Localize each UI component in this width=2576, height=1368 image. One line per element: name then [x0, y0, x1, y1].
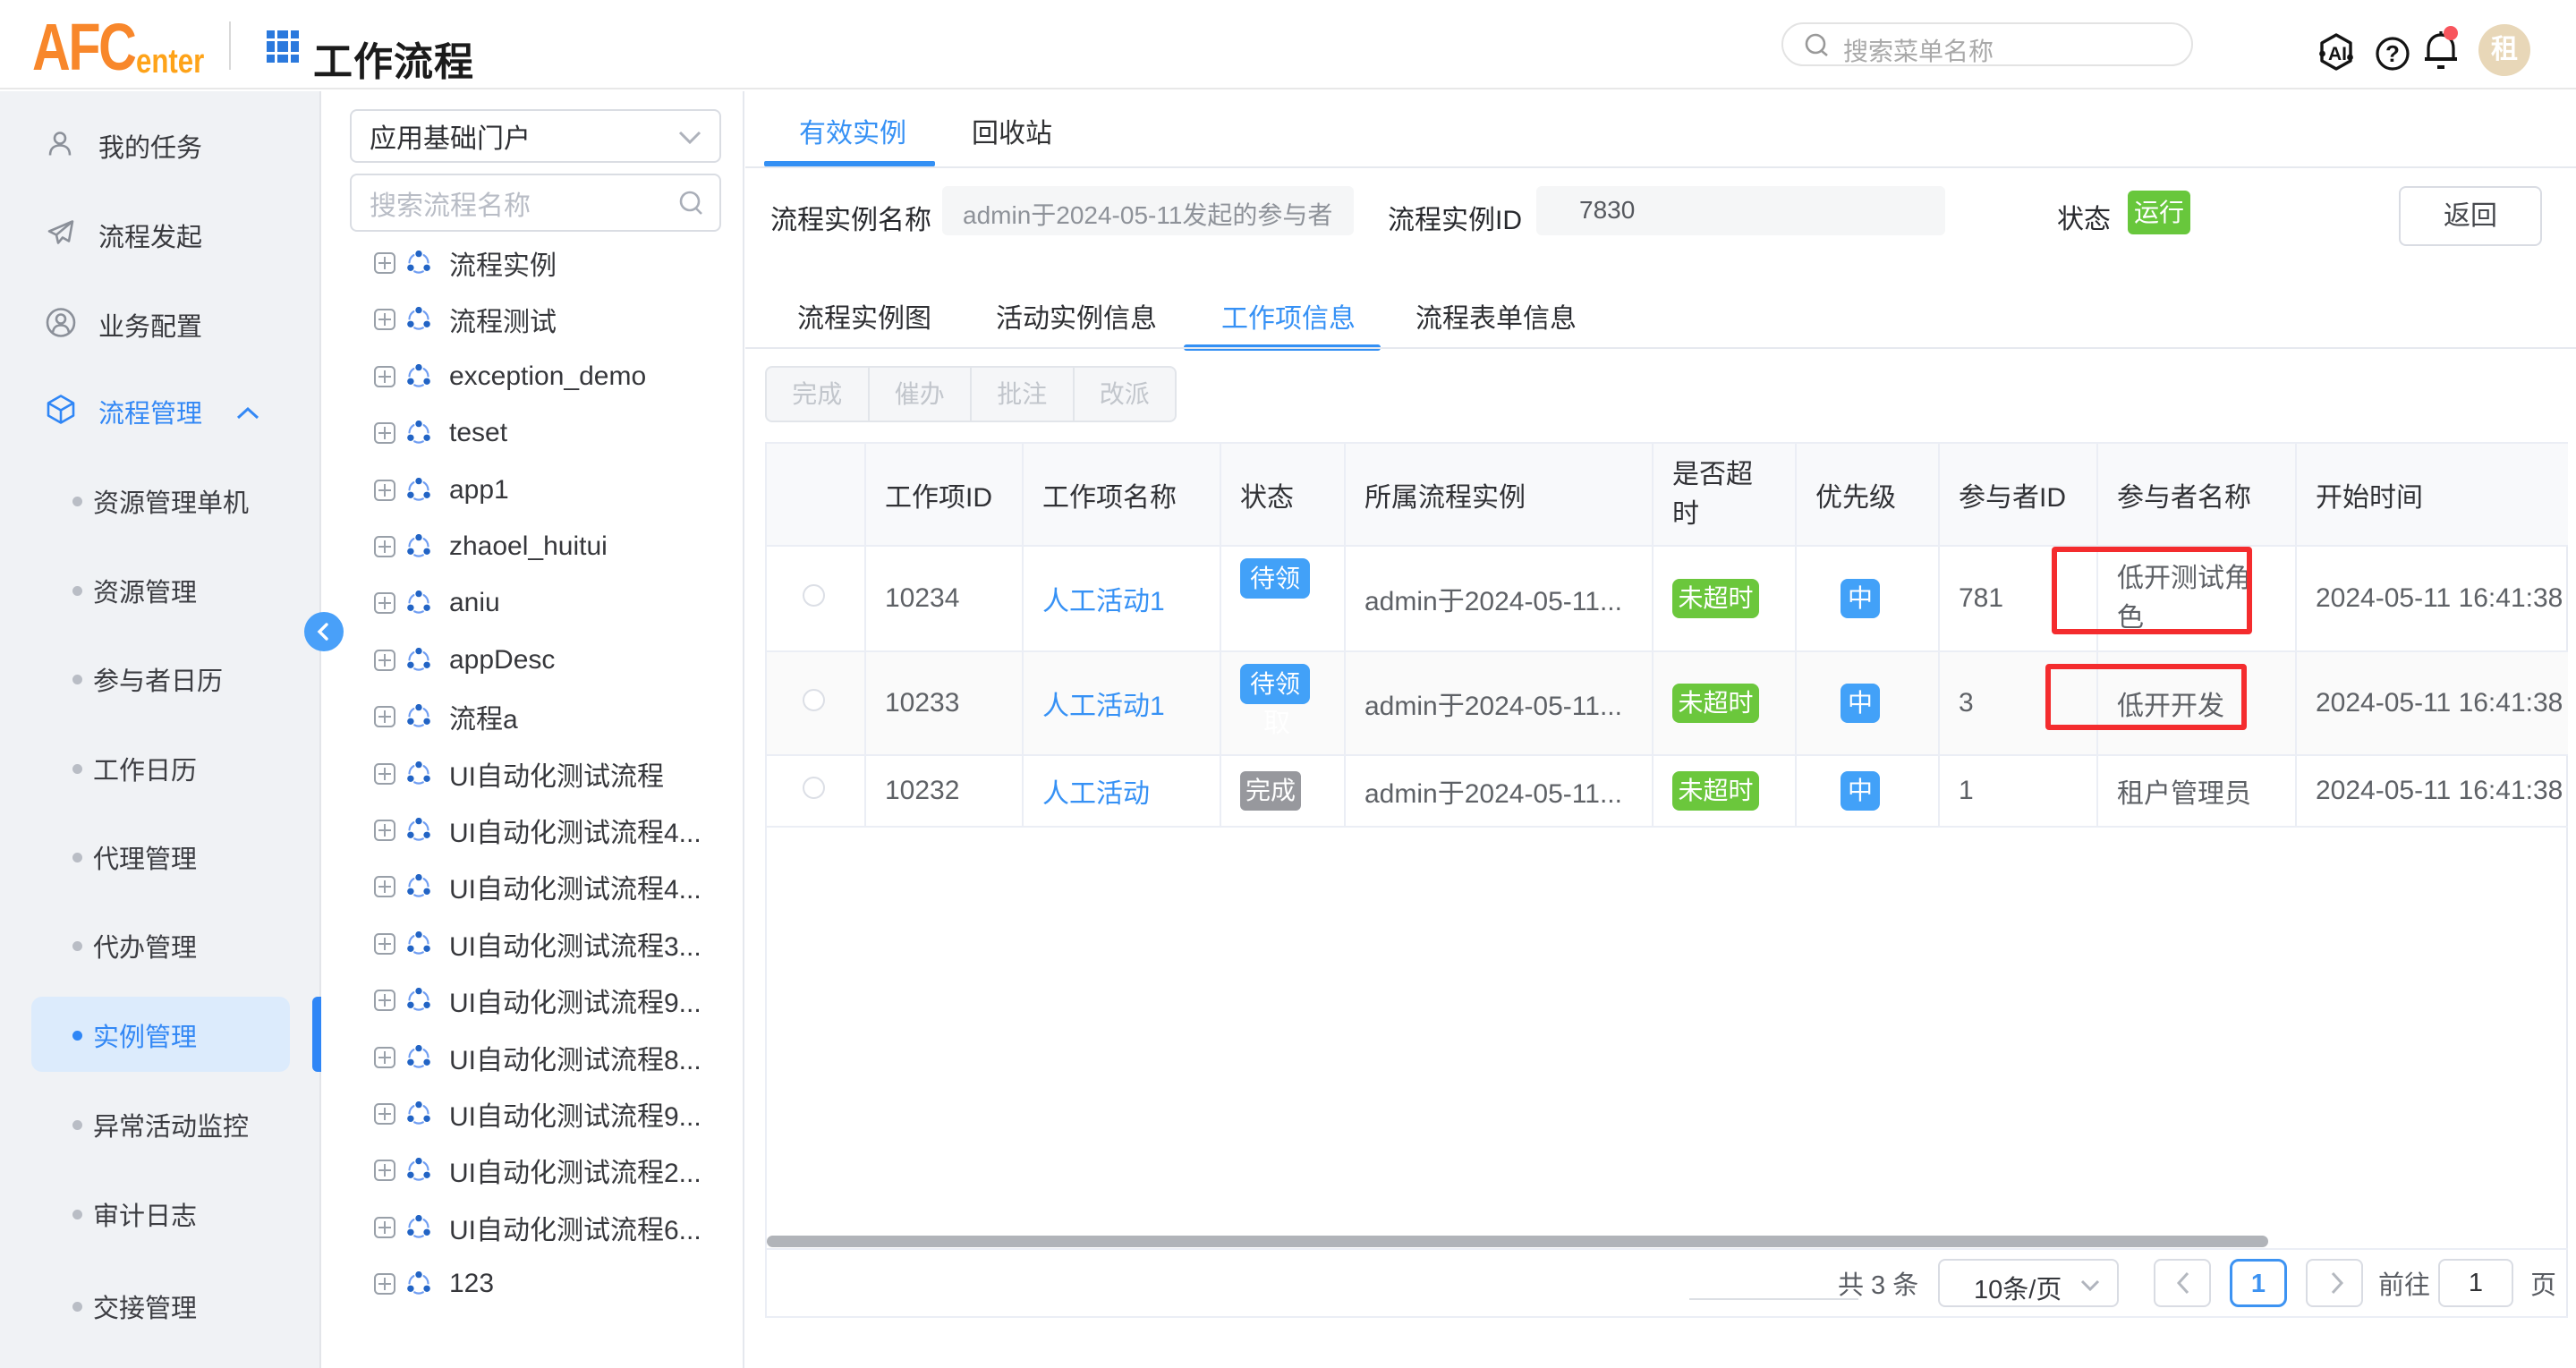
- svg-text:AI: AI: [2328, 44, 2347, 64]
- svg-text:?: ?: [2385, 40, 2400, 67]
